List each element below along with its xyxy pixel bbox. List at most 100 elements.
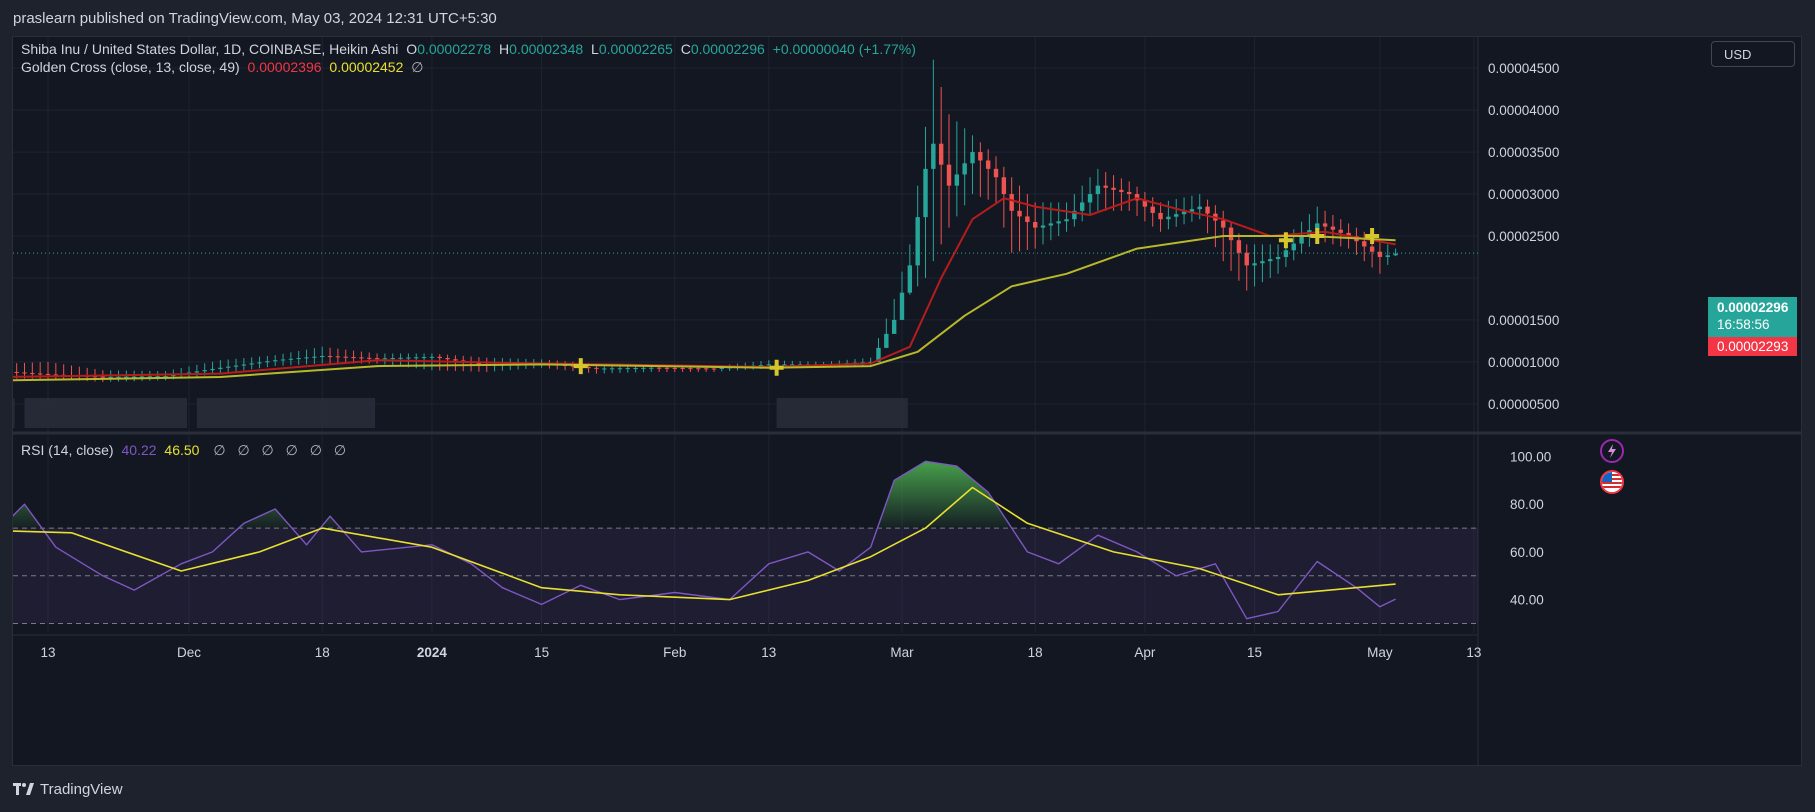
shaded-range <box>24 398 188 428</box>
candle-body <box>1244 252 1249 266</box>
candle-body <box>367 357 372 359</box>
candle-body <box>985 160 991 169</box>
candle-body <box>970 152 975 164</box>
ma-price-value: 0.00002293 <box>1717 339 1789 354</box>
null-icon: ∅ <box>309 442 322 458</box>
candle-body <box>602 368 607 370</box>
candle-body <box>1009 194 1014 211</box>
candle-body <box>453 359 458 361</box>
time-tick-label: 13 <box>761 645 776 660</box>
candle-body <box>649 367 654 369</box>
candle-body <box>1040 225 1046 228</box>
candle-body <box>218 367 223 369</box>
candle-body <box>696 368 701 370</box>
chart-frame[interactable]: 0.00004500 0.00004000 0.00003500 0.00003000… <box>12 36 1802 766</box>
header-bar: praslearn published on TradingView.com, … <box>0 0 1815 36</box>
chart-canvas[interactable]: 0.00004500 0.00004000 0.00003500 0.00003000… <box>13 37 1801 765</box>
candle-body <box>1158 212 1163 220</box>
candle-body <box>782 364 787 366</box>
candle-body <box>414 357 419 359</box>
candle-body <box>766 364 772 366</box>
candle-body <box>202 370 207 372</box>
candle-body <box>1119 189 1124 192</box>
rsi-ma-value: 46.50 <box>164 442 200 458</box>
candle-body <box>946 164 952 186</box>
null-icon: ∅ <box>261 442 274 458</box>
us-flag-icon[interactable] <box>1600 470 1624 494</box>
tradingview-logo-icon[interactable] <box>13 782 35 796</box>
candle-body <box>1087 194 1093 203</box>
null-icon: ∅ <box>237 442 250 458</box>
candle-body <box>962 163 967 175</box>
time-tick-label: 18 <box>315 645 330 660</box>
candle-body <box>1236 240 1242 253</box>
ma-slow-line <box>13 235 1396 382</box>
price-tick-label: 0.00001000 <box>1488 355 1559 370</box>
candle-body <box>249 363 254 365</box>
null-icon: ∅ <box>285 442 298 458</box>
indicator-title: Golden Cross (close, 13, close, 49) <box>21 59 240 75</box>
candle-body <box>594 367 599 369</box>
candle-body <box>1385 255 1390 257</box>
candle-body <box>1377 251 1383 257</box>
shaded-range <box>196 398 376 428</box>
price-tick-label: 0.00002500 <box>1488 229 1559 244</box>
ma-slow-value: 0.00002452 <box>329 59 404 75</box>
change-value: +0.00000040 (+1.77%) <box>772 41 916 57</box>
null-icon: ∅ <box>213 442 226 458</box>
candle-body <box>954 174 960 186</box>
published-text: praslearn published on TradingView.com, … <box>13 10 497 27</box>
candle-body <box>1150 206 1155 213</box>
ohlc-l: L0.00002265 <box>591 41 673 57</box>
candle-body <box>296 358 301 360</box>
candle-body <box>210 368 215 371</box>
time-tick-label: 13 <box>40 645 55 660</box>
candle-body <box>374 358 380 360</box>
symbol-title: Shiba Inu / United States Dollar, 1D, CO… <box>21 41 399 57</box>
time-tick-label: 13 <box>1466 645 1481 660</box>
candle-body <box>1025 216 1030 223</box>
candle-body <box>1127 191 1132 195</box>
candle-body <box>335 356 341 358</box>
last-price-value: 0.00002296 <box>1717 300 1789 315</box>
candle-body <box>672 367 677 369</box>
golden-cross-marker <box>1310 228 1325 244</box>
rsi-tick-label: 100.00 <box>1510 450 1551 465</box>
rsi-tick-label: 60.00 <box>1510 545 1544 560</box>
candle-body <box>421 357 427 359</box>
countdown-value: 16:58:56 <box>1717 317 1770 332</box>
ma-fast-line <box>13 197 1396 378</box>
candle-body <box>351 357 356 359</box>
candle-body <box>1166 216 1171 220</box>
candle-body <box>437 356 442 359</box>
ohlc-o: O0.00002278 <box>406 41 492 57</box>
currency-button[interactable]: USD <box>1711 41 1795 67</box>
candle-body <box>1322 223 1328 227</box>
candle-body <box>37 373 43 375</box>
price-tick-label: 0.00004000 <box>1488 103 1559 118</box>
rsi-title: RSI (14, close) <box>21 442 114 458</box>
candle-body <box>680 368 685 370</box>
candle-body <box>664 367 670 369</box>
candle-body <box>226 366 231 368</box>
candle-body <box>257 362 262 364</box>
time-tick-label: 15 <box>534 645 549 660</box>
candle-body <box>445 358 450 360</box>
candle-body <box>1260 261 1265 264</box>
candle-body <box>390 358 395 360</box>
candle-body <box>343 356 348 358</box>
lightning-icon[interactable] <box>1600 439 1624 463</box>
rsi-tick-label: 80.00 <box>1510 497 1544 512</box>
brand-name[interactable]: TradingView <box>40 781 123 798</box>
rsi-value: 40.22 <box>121 442 157 458</box>
symbol-legend: Shiba Inu / United States Dollar, 1D, CO… <box>21 41 920 57</box>
ma-fast-value: 0.00002396 <box>247 59 322 75</box>
candle-body <box>280 359 286 361</box>
candle-body <box>617 368 623 370</box>
candle-body <box>899 292 905 320</box>
candle-body <box>1080 202 1085 211</box>
candle-body <box>1283 250 1289 257</box>
candle-body <box>100 376 106 378</box>
candle-body <box>312 356 317 358</box>
rsi-tick-label: 40.00 <box>1510 593 1544 608</box>
